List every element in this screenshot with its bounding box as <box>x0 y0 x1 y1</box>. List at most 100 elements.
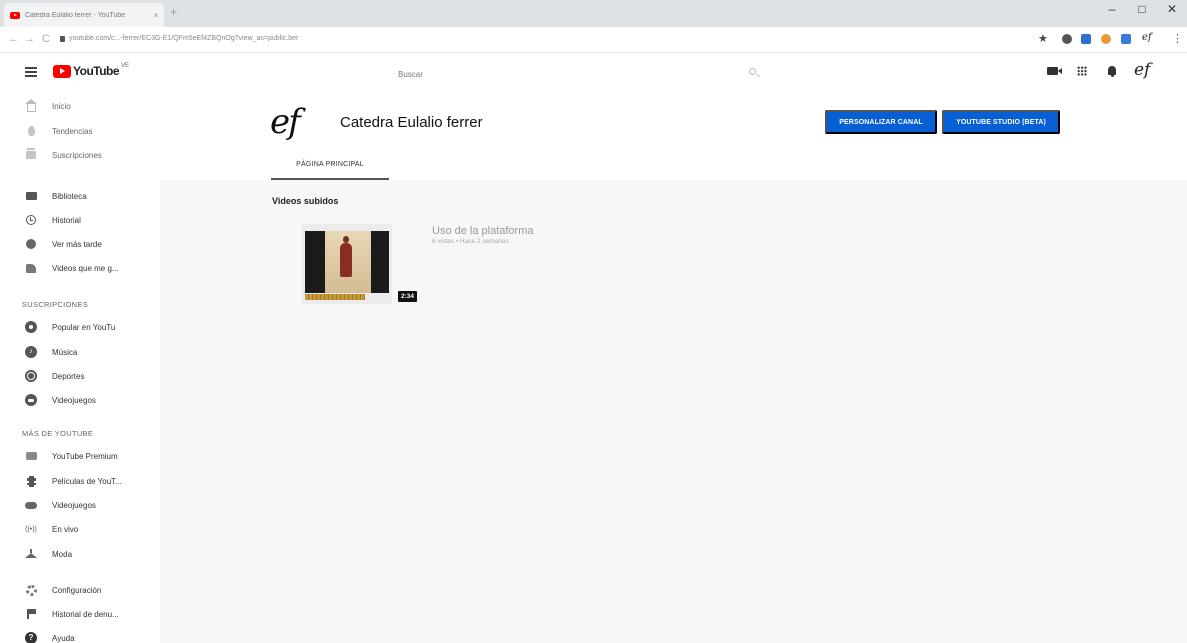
live-icon: ((•)) <box>25 523 37 535</box>
channel-name: Catedra Eulalio ferrer <box>340 114 483 131</box>
browser-tab-strip: Catedra Eulalio ferrer - YouTube × + – □… <box>0 0 1187 27</box>
video-duration-badge: 2:34 <box>398 291 417 302</box>
url-text: youtube.com/c...-ferrer/EC3G-E1/QFm5eEf4… <box>69 35 299 42</box>
sidebar-item-moda[interactable]: Moda <box>0 544 160 564</box>
sidebar-item-configuracion[interactable]: Configuración <box>0 580 160 600</box>
logo-country-code: VE <box>121 63 130 69</box>
lock-icon <box>60 35 65 42</box>
browser-tab[interactable]: Catedra Eulalio ferrer - YouTube × <box>4 3 164 27</box>
live-glyph: ((•)) <box>25 525 37 533</box>
notifications-bell-icon[interactable] <box>1108 66 1116 77</box>
sidebar-item-label: Popular en YouTu <box>52 322 116 332</box>
address-bar: ← → C youtube.com/c...-ferrer/EC3G-E1/QF… <box>0 27 1187 53</box>
music-glyph: ♪ <box>25 346 37 358</box>
gaming-icon <box>25 394 37 406</box>
tab-close-icon[interactable]: × <box>153 11 158 20</box>
sidebar-item-label: YouTube Premium <box>52 451 118 461</box>
music-icon: ♪ <box>25 346 37 358</box>
back-arrow-icon[interactable]: ← <box>8 33 19 45</box>
sidebar-item-label: Ver más tarde <box>52 239 102 249</box>
sidebar-item-ayuda[interactable]: ? Ayuda <box>0 628 160 643</box>
sidebar-item-youtube-premium[interactable]: YouTube Premium <box>0 446 160 466</box>
help-glyph: ? <box>25 632 37 643</box>
subscriptions-icon <box>25 148 37 161</box>
sidebar-item-label: Deportes <box>52 371 85 381</box>
youtube-logo[interactable]: YouTube VE <box>53 63 130 78</box>
sidebar-item-peliculas[interactable]: Películas de YouT... <box>0 471 160 491</box>
sidebar-item-musica[interactable]: ♪ Música <box>0 342 160 362</box>
trending-icon <box>25 125 37 137</box>
sidebar-item-historial[interactable]: Historial <box>0 210 160 230</box>
sidebar-item-label: Historial de denu... <box>52 609 119 619</box>
forward-arrow-icon[interactable]: → <box>24 33 35 45</box>
maximize-button[interactable]: □ <box>1135 2 1149 16</box>
search-input[interactable] <box>398 67 738 81</box>
sidebar-item-videos-que-me-gustan[interactable]: Videos que me g... <box>0 258 160 278</box>
url-field[interactable]: youtube.com/c...-ferrer/EC3G-E1/QFm5eEf4… <box>60 35 298 42</box>
watch-later-icon <box>25 238 37 250</box>
minimize-button[interactable]: – <box>1105 2 1119 16</box>
sidebar-item-en-vivo[interactable]: ((•)) En vivo <box>0 519 160 539</box>
extension-icon[interactable] <box>1121 34 1131 44</box>
extension-icon[interactable] <box>1062 34 1072 44</box>
thumbnail-image <box>305 231 389 293</box>
channel-avatar[interactable]: ef <box>270 102 301 142</box>
sidebar-item-historial-denuncias[interactable]: Historial de denu... <box>0 604 160 624</box>
sidebar-item-videojuegos-sub[interactable]: Videojuegos <box>0 390 160 410</box>
sidebar-item-label: Videojuegos <box>52 500 96 510</box>
profile-avatar-icon[interactable]: ef <box>1142 32 1156 43</box>
extension-icon[interactable] <box>1081 34 1091 44</box>
create-video-icon[interactable] <box>1047 67 1062 75</box>
sidebar-item-label: Historial <box>52 215 81 225</box>
history-icon <box>25 214 37 226</box>
sidebar-item-tendencias[interactable]: Tendencias <box>0 121 160 141</box>
search-button[interactable] <box>748 67 760 81</box>
video-title[interactable]: Uso de la plataforma <box>432 225 534 237</box>
logo-wordmark: YouTube <box>73 64 120 78</box>
sidebar-item-biblioteca[interactable]: Biblioteca <box>0 186 160 206</box>
sidebar-item-deportes[interactable]: Deportes <box>0 366 160 386</box>
sidebar-item-label: Música <box>52 347 78 357</box>
youtube-masthead: YouTube VE ef <box>0 54 1187 90</box>
customize-channel-button[interactable]: PERSONALIZAR CANAL <box>825 110 937 134</box>
youtube-play-icon <box>53 64 71 78</box>
tab-pagina-principal[interactable]: PÁGINA PRINCIPAL <box>271 158 389 180</box>
sidebar-item-label: Configuración <box>52 585 102 595</box>
reload-icon[interactable]: C <box>42 33 50 45</box>
video-card[interactable]: 2:34 Uso de la plataforma 6 vistas • Hac… <box>272 218 692 310</box>
sidebar-item-label: En vivo <box>52 524 79 534</box>
sidebar-item-label: Ayuda <box>52 633 75 643</box>
hanger-icon <box>25 548 37 560</box>
liked-icon <box>25 262 37 274</box>
section-title: Videos subidos <box>272 196 339 206</box>
sidebar-item-ver-mas-tarde[interactable]: Ver más tarde <box>0 234 160 254</box>
sidebar-item-inicio[interactable]: Inicio <box>0 96 160 116</box>
sidebar-item-suscripciones[interactable]: Suscripciones <box>0 145 160 165</box>
movies-icon <box>25 475 37 487</box>
sidebar-item-videojuegos[interactable]: Videojuegos <box>0 495 160 515</box>
sidebar-item-popular[interactable]: Popular en YouTu <box>0 317 160 337</box>
browser-menu-icon[interactable]: ⋮ <box>1172 32 1183 45</box>
sidebar-item-label: Suscripciones <box>52 150 102 160</box>
extension-icon[interactable] <box>1101 34 1111 44</box>
sidebar-item-label: Biblioteca <box>52 191 87 201</box>
subscriptions-heading: SUSCRIPCIONES <box>22 300 88 309</box>
account-avatar[interactable]: ef <box>1134 60 1150 80</box>
apps-grid-icon[interactable] <box>1077 66 1087 76</box>
new-tab-button[interactable]: + <box>170 6 177 18</box>
guide-sidebar: Inicio Tendencias Suscripciones Bibliote… <box>0 90 160 643</box>
sidebar-item-label: Tendencias <box>52 126 93 136</box>
sports-icon <box>25 370 37 382</box>
video-thumbnail[interactable]: 2:34 <box>302 224 417 304</box>
youtube-studio-button[interactable]: YOUTUBE STUDIO (BETA) <box>942 110 1060 134</box>
help-icon: ? <box>25 632 37 643</box>
flag-icon <box>25 608 37 620</box>
search-icon <box>749 68 756 75</box>
window-controls: – □ ✕ <box>1105 2 1179 16</box>
bookmark-star-icon[interactable]: ★ <box>1038 32 1048 45</box>
home-icon <box>24 98 37 112</box>
sidebar-item-label: Videos que me g... <box>52 263 119 273</box>
menu-icon[interactable] <box>25 67 37 77</box>
sidebar-item-label: Moda <box>52 549 73 559</box>
close-window-button[interactable]: ✕ <box>1165 2 1179 16</box>
